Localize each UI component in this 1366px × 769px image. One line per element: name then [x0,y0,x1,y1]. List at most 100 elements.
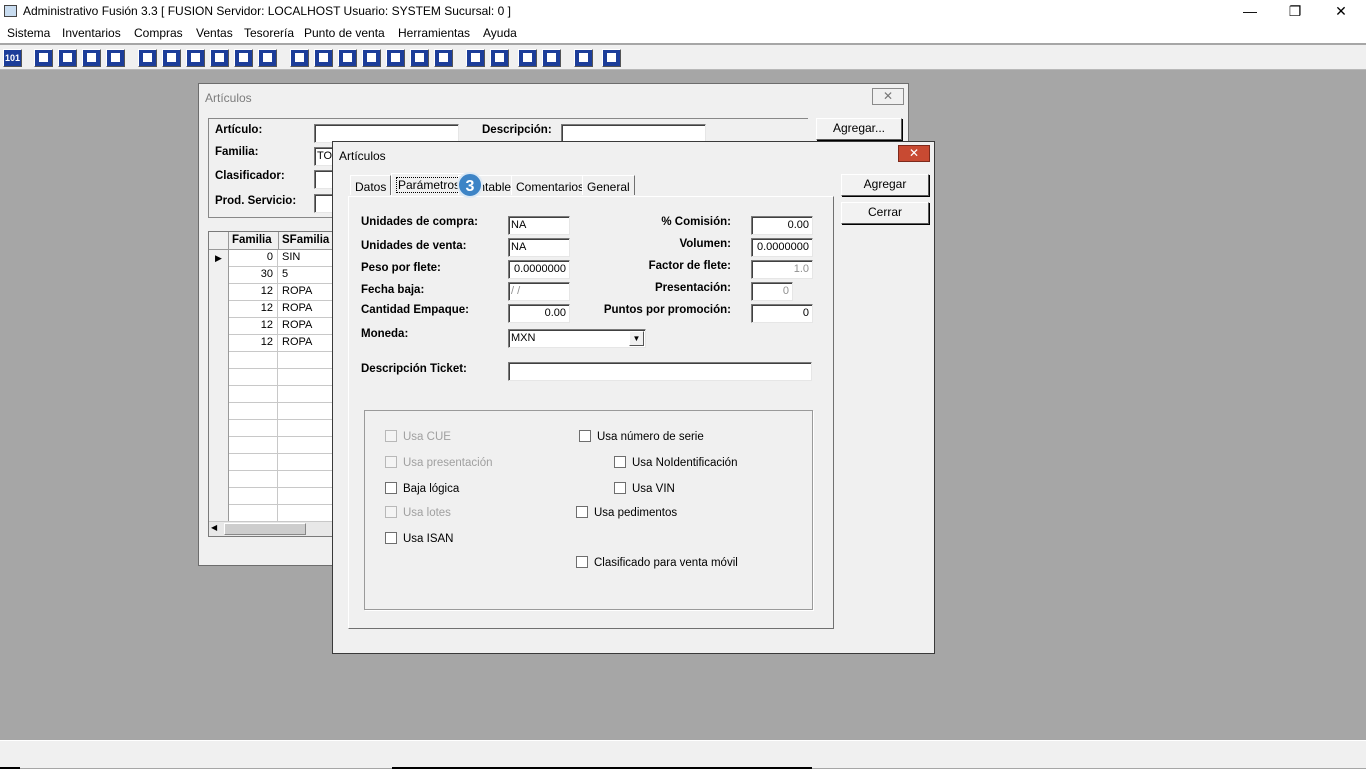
undo-icon[interactable] [542,49,561,67]
table-row[interactable] [209,352,333,369]
chevron-down-icon[interactable]: ▼ [629,331,644,346]
menu-sistema[interactable]: Sistema [7,26,50,40]
table-row[interactable] [209,403,333,420]
report-icon[interactable] [434,49,453,67]
help-icon[interactable] [602,49,621,67]
dialog-close-button[interactable]: ✕ [898,145,930,162]
articulos-list-close-button[interactable]: ✕ [872,88,904,105]
unidades-compra-input[interactable]: NA [508,216,570,235]
zoom-icon[interactable] [490,49,509,67]
copy-icon[interactable] [34,49,53,67]
grid-cell-familia: 12 [229,301,278,318]
usa-pedimentos-checkbox[interactable]: Usa pedimentos [576,506,677,519]
step-number-badge: 3 [457,172,483,198]
usa-numero-serie-label: Usa número de serie [597,431,704,443]
menu-ayuda[interactable]: Ayuda [483,26,517,40]
prod-servicio-label: Prod. Servicio: [215,195,297,207]
puntos-promocion-input[interactable]: 0 [751,304,813,323]
row-indicator [209,352,229,369]
invoice-icon[interactable] [410,49,429,67]
baja-logica-checkbox[interactable]: Baja lógica [385,482,459,495]
folder-icon[interactable] [162,49,181,67]
grid-cell-sfamilia: ROPA [282,302,313,314]
cerrar-button[interactable]: Cerrar [841,202,929,224]
menu-inventarios[interactable]: Inventarios [62,26,121,40]
table-row[interactable]: 12 ROPA [209,335,333,352]
user-icon[interactable] [138,49,157,67]
usa-presentacion-checkbox[interactable]: Usa presentación [385,456,493,469]
money-icon[interactable] [386,49,405,67]
table-row[interactable] [209,420,333,437]
table-row[interactable] [209,471,333,488]
table-row[interactable]: 12 ROPA [209,318,333,335]
table-row[interactable] [209,454,333,471]
close-app-button[interactable]: ✕ [1318,0,1364,23]
add-icon[interactable] [362,49,381,67]
usa-lotes-checkbox[interactable]: Usa lotes [385,506,451,519]
menu-punto-de-venta[interactable]: Punto de venta [304,26,385,40]
table-row[interactable] [209,505,333,522]
descripcion-ticket-input[interactable] [508,362,812,381]
table-row[interactable] [209,437,333,454]
search-icon[interactable] [106,49,125,67]
agregar-list-button[interactable]: Agregar... [816,118,902,140]
presentacion-input[interactable]: 0 [751,282,793,301]
clasificado-venta-movil-checkbox[interactable]: Clasificado para venta móvil [576,556,738,569]
table-row[interactable]: 30 5 [209,267,333,284]
checkbox-box [385,456,397,468]
scroll-thumb[interactable] [224,523,306,535]
tab-general[interactable]: General [582,175,635,195]
cantidad-empaque-input[interactable]: 0.00 [508,304,570,323]
tab-datos[interactable]: Datos [350,175,392,195]
transfer-icon[interactable] [82,49,101,67]
volumen-input[interactable]: 0.0000000 [751,238,813,257]
import-icon[interactable] [186,49,205,67]
refresh-icon[interactable] [518,49,537,67]
list-icon[interactable] [258,49,277,67]
grid-header-sfamilia[interactable]: SFamilia [279,232,334,250]
scroll-left-icon[interactable]: ◀ [211,523,217,532]
table-row[interactable] [209,488,333,505]
tab-comentarios[interactable]: Comentarios [511,175,590,195]
home-icon[interactable] [466,49,485,67]
usa-isan-checkbox[interactable]: Usa ISAN [385,532,454,545]
table-row[interactable]: ▶ 0 SIN [209,250,333,267]
menu-compras[interactable]: Compras [134,26,183,40]
usa-numero-serie-checkbox[interactable]: Usa número de serie [579,430,704,443]
baja-logica-label: Baja lógica [403,483,460,495]
grid-horizontal-scrollbar[interactable]: ◀ [209,521,333,536]
table-row[interactable] [209,369,333,386]
menu-tesoreria[interactable]: Tesorería [244,26,294,40]
printer-icon[interactable] [210,49,229,67]
table-row[interactable]: 12 ROPA [209,301,333,318]
unidades-venta-input[interactable]: NA [508,238,570,257]
familia-grid[interactable]: Familia SFamilia ▶ 0 SIN 30 5 12 ROPA 12… [208,231,334,537]
usa-noidentificacion-checkbox[interactable]: Usa NoIdentificación [614,456,737,469]
volumen-label: Volumen: [679,238,731,250]
usa-cue-checkbox[interactable]: Usa CUE [385,430,451,443]
menu-herramientas[interactable]: Herramientas [398,26,470,40]
fecha-baja-input[interactable]: / / [508,282,570,301]
usa-noidentificacion-label: Usa NoIdentificación [632,457,738,469]
moneda-select[interactable]: MXN ▼ [508,329,646,348]
tab-parametros[interactable]: Parámetros [391,173,468,196]
menu-ventas[interactable]: Ventas [196,26,233,40]
export-icon[interactable] [338,49,357,67]
toolbar: 101 [0,45,1366,70]
agregar-button[interactable]: Agregar [841,174,929,196]
minimize-button[interactable]: — [1227,0,1273,23]
factor-flete-input[interactable]: 1.0 [751,260,813,279]
table-row[interactable] [209,386,333,403]
peso-flete-input[interactable]: 0.0000000 [508,260,570,279]
document-icon[interactable] [234,49,253,67]
comision-input[interactable]: 0.00 [751,216,813,235]
restore-button[interactable]: ❐ [1272,0,1318,23]
grid-header-familia[interactable]: Familia [229,232,279,250]
back-arrow-icon[interactable] [574,49,593,67]
users-icon[interactable] [290,49,309,67]
clipboard-icon[interactable] [58,49,77,67]
usa-vin-checkbox[interactable]: Usa VIN [614,482,675,495]
window-icon[interactable] [314,49,333,67]
table-row[interactable]: 12 ROPA [209,284,333,301]
toolbar-calculator-button[interactable]: 101 [3,49,22,67]
